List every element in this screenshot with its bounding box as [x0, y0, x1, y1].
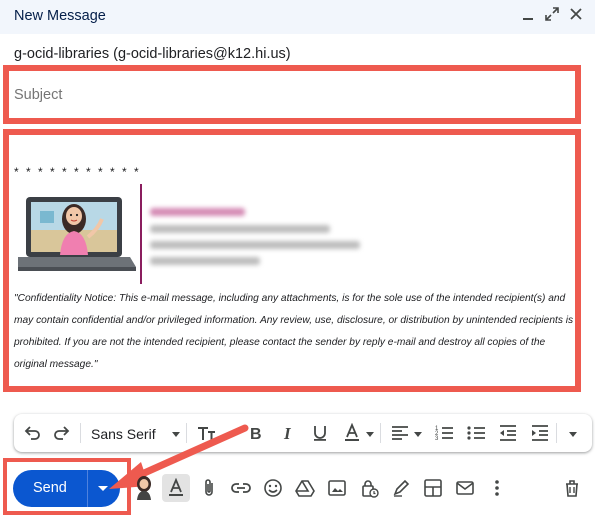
expand-icon[interactable] [545, 7, 559, 21]
svg-text:I: I [283, 424, 292, 443]
signature-line-redacted [150, 225, 330, 233]
toolbar-divider [556, 423, 557, 443]
indent-more-icon[interactable] [530, 423, 550, 443]
close-icon[interactable] [569, 7, 583, 21]
signature-separator: * * * * * * * * * * * [14, 165, 141, 179]
more-formatting-chevron-icon[interactable] [569, 432, 577, 437]
italic-icon[interactable]: I [278, 423, 298, 443]
insert-photo-icon[interactable] [327, 478, 347, 498]
align-icon[interactable] [390, 423, 410, 443]
confidentiality-notice: "Confidentiality Notice: This e-mail mes… [14, 293, 574, 370]
drive-icon[interactable] [295, 478, 315, 498]
signature-avatar-image [18, 197, 136, 271]
confidential-mode-icon[interactable] [359, 478, 379, 498]
signature-divider [140, 184, 142, 284]
layouts-icon[interactable] [423, 478, 443, 498]
formatting-a-icon [169, 478, 183, 496]
signature-line-redacted [150, 241, 360, 249]
recipient-field[interactable]: g-ocid-libraries (g-ocid-libraries@k12.h… [14, 46, 291, 62]
toolbar-divider [380, 423, 381, 443]
chevron-down-icon[interactable] [414, 432, 422, 437]
svg-text:3: 3 [435, 436, 439, 442]
attachment-icon[interactable] [199, 478, 219, 498]
bulleted-list-icon[interactable] [466, 423, 486, 443]
numbered-list-icon[interactable]: 123 [434, 423, 454, 443]
more-options-icon[interactable] [487, 478, 507, 498]
underline-icon[interactable] [310, 423, 330, 443]
link-icon[interactable] [231, 478, 251, 498]
subject-input[interactable] [14, 87, 564, 103]
signature-pen-icon[interactable] [391, 478, 411, 498]
formatting-options-toggle[interactable] [162, 474, 190, 502]
compose-header: New Message [0, 0, 595, 34]
multi-send-icon[interactable] [455, 478, 475, 498]
redo-icon[interactable] [52, 423, 72, 443]
toolbar-divider [80, 423, 81, 443]
indent-less-icon[interactable] [498, 423, 518, 443]
emoji-icon[interactable] [263, 478, 283, 498]
undo-icon[interactable] [22, 423, 42, 443]
signature-name-redacted [150, 208, 245, 216]
bitmoji-icon[interactable] [134, 476, 154, 500]
discard-draft-icon[interactable] [562, 478, 582, 498]
window-title: New Message [14, 8, 106, 24]
minimize-icon[interactable] [521, 7, 535, 21]
chevron-down-icon[interactable] [366, 432, 374, 437]
text-color-icon[interactable] [342, 423, 362, 443]
signature-line-redacted [150, 257, 260, 265]
